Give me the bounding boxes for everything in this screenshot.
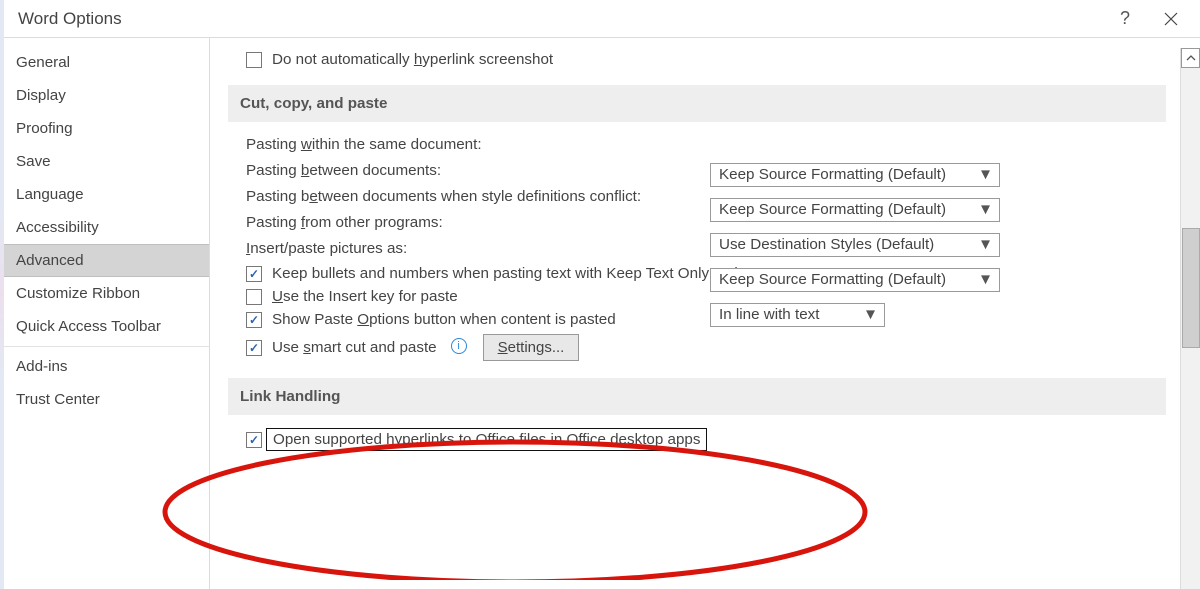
checkbox-label: Do not automatically hyperlink screensho… <box>272 51 553 68</box>
chevron-down-icon: ▼ <box>978 166 993 183</box>
checkbox-use-insert-key[interactable] <box>246 289 262 305</box>
titlebar: Word Options ? <box>4 0 1200 38</box>
sidebar-item-label: General <box>16 54 70 71</box>
sidebar-item-label: Language <box>16 186 84 203</box>
chevron-down-icon: ▼ <box>863 306 878 323</box>
label-paste-between-conflict: Pasting between documents when style def… <box>246 188 641 205</box>
sidebar-item-label: Advanced <box>16 252 84 269</box>
sidebar-item-label: Display <box>16 87 66 104</box>
label-paste-between: Pasting between documents: <box>246 162 441 179</box>
sidebar-item-save[interactable]: Save <box>4 145 209 178</box>
label-paste-other: Pasting from other programs: <box>246 214 443 231</box>
chevron-down-icon: ▼ <box>978 201 993 218</box>
checkbox-no-hyperlink-screenshot[interactable] <box>246 52 262 68</box>
sidebar-item-label: Save <box>16 153 51 170</box>
sidebar-item-advanced[interactable]: Advanced <box>4 244 209 277</box>
checkbox-label: Use smart cut and paste <box>272 339 437 356</box>
checkbox-smart-cut-paste[interactable] <box>246 340 262 356</box>
checkbox-open-hyperlinks-desktop[interactable] <box>246 432 262 448</box>
dropdown-paste-between-conflict[interactable]: Use Destination Styles (Default) ▼ <box>710 233 1000 257</box>
vertical-scrollbar[interactable] <box>1180 48 1200 589</box>
sidebar-item-label: Customize Ribbon <box>16 285 140 302</box>
scrollbar-thumb[interactable] <box>1182 228 1200 348</box>
label-insert-pictures: Insert/paste pictures as: <box>246 240 407 257</box>
sidebar-item-label: Quick Access Toolbar <box>16 318 161 335</box>
checkbox-label: Show Paste Options button when content i… <box>272 311 616 328</box>
settings-button[interactable]: Settings... <box>483 334 580 361</box>
checkbox-label: Use the Insert key for paste <box>272 288 458 305</box>
chevron-down-icon: ▼ <box>978 271 993 288</box>
sidebar-item-accessibility[interactable]: Accessibility <box>4 211 209 244</box>
scroll-up-button[interactable] <box>1181 48 1200 68</box>
label-paste-within: Pasting within the same document: <box>246 136 482 153</box>
help-button[interactable]: ? <box>1102 4 1148 34</box>
sidebar-item-trust-center[interactable]: Trust Center <box>4 383 209 416</box>
info-icon[interactable]: i <box>451 338 467 354</box>
sidebar-item-customize-ribbon[interactable]: Customize Ribbon <box>4 277 209 310</box>
dropdown-paste-within[interactable]: Keep Source Formatting (Default) ▼ <box>710 163 1000 187</box>
dropdown-value: Use Destination Styles (Default) <box>719 236 934 253</box>
dropdown-value: Keep Source Formatting (Default) <box>719 166 946 183</box>
checkbox-keep-bullets[interactable] <box>246 266 262 282</box>
section-header-cut-copy-paste: Cut, copy, and paste <box>228 85 1166 122</box>
close-icon <box>1164 12 1178 26</box>
sidebar-item-language[interactable]: Language <box>4 178 209 211</box>
sidebar-item-proofing[interactable]: Proofing <box>4 112 209 145</box>
dropdown-paste-between[interactable]: Keep Source Formatting (Default) ▼ <box>710 198 1000 222</box>
sidebar-item-general[interactable]: General <box>4 46 209 79</box>
dropdown-paste-other[interactable]: Keep Source Formatting (Default) ▼ <box>710 268 1000 292</box>
sidebar-item-label: Accessibility <box>16 219 99 236</box>
checkbox-show-paste-options[interactable] <box>246 312 262 328</box>
options-panel: Do not automatically hyperlink screensho… <box>228 48 1180 589</box>
dropdown-value: Keep Source Formatting (Default) <box>719 201 946 218</box>
sidebar: General Display Proofing Save Language A… <box>4 38 210 589</box>
close-button[interactable] <box>1148 4 1194 34</box>
dropdown-insert-pictures[interactable]: In line with text ▼ <box>710 303 885 327</box>
chevron-down-icon: ▼ <box>978 236 993 253</box>
dropdown-value: In line with text <box>719 306 819 323</box>
sidebar-item-label: Trust Center <box>16 391 100 408</box>
sidebar-item-display[interactable]: Display <box>4 79 209 112</box>
checkbox-label: Keep bullets and numbers when pasting te… <box>272 265 755 282</box>
dialog-title: Word Options <box>18 9 122 29</box>
sidebar-item-label: Proofing <box>16 120 73 137</box>
section-header-link-handling: Link Handling <box>228 378 1166 415</box>
button-label: Settings... <box>498 339 565 356</box>
checkbox-label: Open supported hyperlinks to Office file… <box>266 428 707 451</box>
sidebar-item-qat[interactable]: Quick Access Toolbar <box>4 310 209 343</box>
dropdown-value: Keep Source Formatting (Default) <box>719 271 946 288</box>
chevron-up-icon <box>1186 54 1196 62</box>
sidebar-item-addins[interactable]: Add-ins <box>4 350 209 383</box>
sidebar-item-label: Add-ins <box>16 358 68 375</box>
